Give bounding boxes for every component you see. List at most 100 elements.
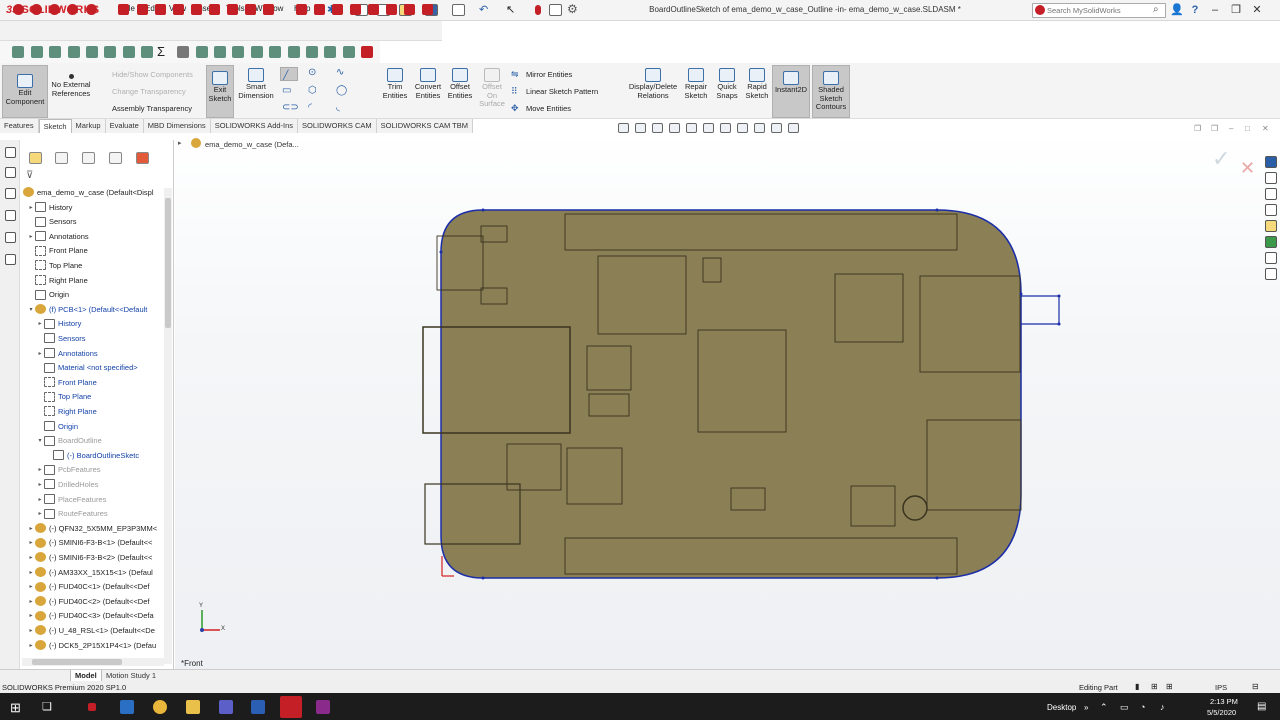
pcb-tool-10-icon[interactable] [191, 4, 202, 15]
hide-show-components-button[interactable]: Hide/Show Components [112, 70, 193, 79]
strip-tool-6-icon[interactable] [5, 254, 16, 265]
zoom-to-area-icon[interactable] [635, 123, 646, 133]
tab-markup[interactable]: Markup [71, 119, 106, 133]
dimxpert-tab-icon[interactable] [109, 152, 122, 164]
rapid-sketch-button[interactable]: Rapid Sketch [743, 66, 771, 100]
tree-item[interactable]: ▸ (-) SMINI6-F3-B<2> (Default<< [27, 550, 152, 564]
tree-hscrollbar[interactable] [22, 658, 164, 666]
tree-item[interactable]: Top Plane [36, 390, 91, 404]
sketch-tab-line[interactable] [1021, 295, 1060, 325]
move-entities-button[interactable]: Move Entities [526, 104, 571, 113]
tree-expand-icon[interactable]: ▸ [27, 627, 35, 634]
word-icon[interactable] [251, 700, 265, 714]
convert-entities-button[interactable]: Convert Entities [412, 66, 444, 100]
pcb-tool-20-icon[interactable] [386, 4, 397, 15]
tree-item[interactable]: Sensors [36, 331, 86, 345]
pcb-tool-19-icon[interactable] [368, 4, 379, 15]
tool-k-icon[interactable] [196, 46, 208, 58]
offset-on-surface-button[interactable]: Offset On Surface [478, 66, 506, 109]
tree-expand-icon[interactable]: ▸ [27, 204, 35, 211]
viewport-minimize-icon[interactable]: – [1229, 124, 1233, 133]
smart-dimension-button[interactable]: Smart Dimension [238, 66, 274, 100]
network-icon[interactable]: ◔ [1140, 702, 1145, 712]
mirror-entities-button[interactable]: Mirror Entities [526, 70, 572, 79]
filter-icon[interactable]: ⊽ [26, 170, 33, 181]
tree-expand-icon[interactable]: ▸ [27, 642, 35, 649]
pcb-tool-14-icon[interactable] [263, 4, 274, 15]
print-icon[interactable] [452, 4, 465, 16]
tree-item[interactable]: Right Plane [27, 273, 88, 287]
tool-e-icon[interactable] [86, 46, 98, 58]
taskbar-date[interactable]: 5/5/2020 [1207, 708, 1236, 717]
fillet-icon[interactable]: ◟ [336, 102, 340, 113]
pcb-tool-9-icon[interactable] [173, 4, 184, 15]
tree-expand-icon[interactable]: ▸ [36, 466, 44, 473]
pcb-tool-7-icon[interactable] [137, 4, 148, 15]
tree-expand-icon[interactable]: ▾ [27, 306, 35, 313]
ellipse-icon[interactable]: ◯ [336, 85, 347, 96]
solidworks-resources-icon[interactable] [1265, 156, 1277, 168]
design-library-icon[interactable] [1265, 172, 1277, 184]
tree-item[interactable]: ▸ Annotations [36, 346, 98, 360]
strip-tool-2-icon[interactable] [5, 167, 16, 178]
tree-item[interactable]: (-) BoardOutlineSketc [45, 448, 139, 462]
volume-icon[interactable]: ♪ [1160, 702, 1165, 712]
tree-item[interactable]: Origin [36, 419, 78, 433]
tool-p-icon[interactable] [288, 46, 300, 58]
select-arrow-icon[interactable]: ↖ [506, 3, 515, 16]
strip-tool-4-icon[interactable] [5, 210, 16, 221]
spell-check-icon[interactable] [12, 46, 24, 58]
restore-button[interactable]: ❐ [1229, 3, 1243, 17]
search-input[interactable] [1047, 5, 1151, 16]
display-manager-tab-icon[interactable] [136, 152, 149, 164]
status-tool-1-icon[interactable]: ⊞ [1151, 682, 1158, 691]
status-tool-2-icon[interactable]: ⊞ [1166, 682, 1173, 691]
taskbar-desktop-label[interactable]: Desktop [1047, 703, 1076, 712]
tool-m-icon[interactable] [232, 46, 244, 58]
tool-b-icon[interactable] [31, 46, 43, 58]
pcb-board-drawing[interactable] [415, 200, 1075, 590]
tab-motion-study-1[interactable]: Motion Study 1 [106, 671, 156, 680]
outlook-icon[interactable] [120, 700, 134, 714]
pcb-tool-21-icon[interactable] [404, 4, 415, 15]
tree-expand-icon[interactable]: ▸ [36, 320, 44, 327]
tree-item[interactable]: Sensors [27, 215, 77, 229]
tree-root-assembly[interactable]: ema_demo_w_case (Default<Displ [23, 185, 154, 199]
tool-r-icon[interactable] [324, 46, 336, 58]
arc-icon[interactable]: ◜ [308, 102, 312, 113]
board-outline[interactable] [440, 209, 1022, 579]
zoom-to-fit-icon[interactable] [618, 123, 629, 133]
pcb-tool-17-icon[interactable] [332, 4, 343, 15]
tab-solidworks-cam-tbm[interactable]: SOLIDWORKS CAM TBM [376, 119, 474, 133]
custom-properties-icon[interactable] [1265, 236, 1277, 248]
viewport-maximize-icon[interactable]: □ [1245, 124, 1250, 133]
tab-evaluate[interactable]: Evaluate [105, 119, 144, 133]
tree-item[interactable]: Material <not specified> [36, 361, 138, 375]
configurationmanager-tab-icon[interactable] [82, 152, 95, 164]
pcb-tool-22-icon[interactable] [422, 4, 433, 15]
strip-tool-1-icon[interactable] [5, 147, 16, 158]
pcb-tool-12-icon[interactable] [227, 4, 238, 15]
dynamic-annotation-icon[interactable] [686, 123, 697, 133]
exit-sketch-button[interactable]: Exit Sketch [206, 65, 234, 118]
tree-item[interactable]: ▸ (-) FUD40C<1> (Default<<Def [27, 580, 149, 594]
tool-g-icon[interactable] [123, 46, 135, 58]
change-transparency-button[interactable]: Change Transparency [112, 87, 186, 96]
tree-item[interactable]: ▸ Annotations [27, 229, 89, 243]
tree-item[interactable]: ▸ (-) U_48_RSL<1> (Default<<De [27, 623, 155, 637]
tree-item[interactable]: Front Plane [27, 244, 88, 258]
tree-item[interactable]: Right Plane [36, 404, 97, 418]
options-gear-icon[interactable]: ⚙ [567, 2, 578, 16]
rectangle-icon[interactable]: ▭ [282, 85, 291, 96]
tool-q-icon[interactable] [306, 46, 318, 58]
tree-expand-icon[interactable]: ▸ [27, 233, 35, 240]
tree-item[interactable]: ▸ (-) FUD40C<3> (Default<<Defa [27, 609, 154, 623]
breadcrumb-arrow-icon[interactable]: ▸ [178, 139, 182, 147]
tray-up-icon[interactable]: ⌃ [1100, 702, 1108, 713]
task-view-icon[interactable]: ❏ [42, 700, 52, 713]
strip-tool-3-icon[interactable] [5, 188, 16, 199]
pcb-tool-16-icon[interactable] [314, 4, 325, 15]
tree-hscrollbar-thumb[interactable] [32, 659, 122, 665]
tool-l-icon[interactable] [214, 46, 226, 58]
forum-icon[interactable] [1265, 252, 1277, 264]
